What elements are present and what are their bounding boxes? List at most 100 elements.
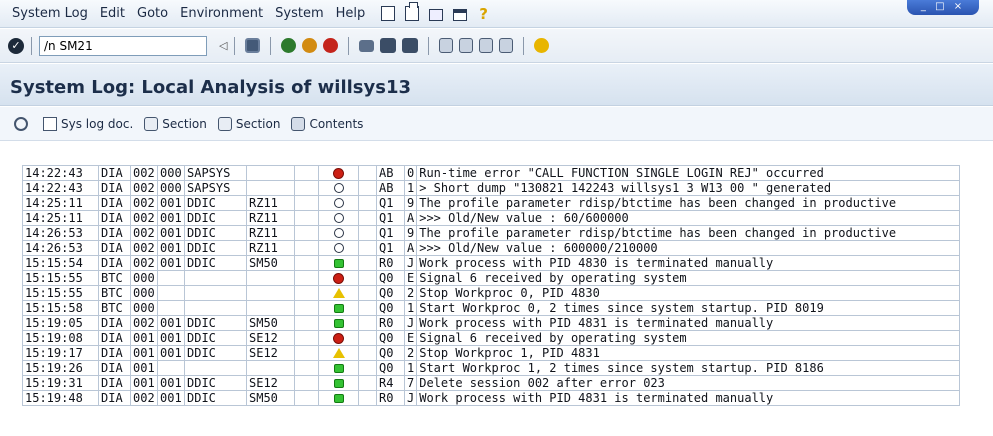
status-green-icon [333,378,344,388]
log-user: DDIC [184,315,247,331]
command-field[interactable] [39,35,207,56]
log-row[interactable]: 15:19:31 DIA 001 001 DDIC SE12 R4 7 Delete sessi… [22,375,961,391]
status-green-icon [333,318,344,328]
log-spacer [294,270,319,286]
cancel-icon[interactable] [323,38,339,53]
new-session-icon[interactable] [381,6,396,21]
log-row[interactable]: 15:19:17 DIA 001 001 DDIC SE12 Q0 2 Stop Workpro… [22,345,961,361]
status-red-icon [334,333,343,343]
sys-log-doc-button[interactable]: Sys log doc. [43,116,133,131]
log-row[interactable]: 15:19:26 DIA 001 Q0 1 Start Workproc 1, 2 tim… [22,360,961,376]
log-work-process: 001 [157,315,185,331]
log-row[interactable]: 15:19:48 DIA 002 001 DDIC SM50 R0 J Work process… [22,390,961,406]
log-row[interactable]: 15:15:55 BTC 000 Q0 E Signal 6 received by op… [22,270,961,286]
log-client: 002 [130,195,158,211]
contents-button[interactable]: Contents [291,116,363,131]
log-row[interactable]: 15:19:05 DIA 002 001 DDIC SM50 R0 J Work process… [22,315,961,331]
log-client: 002 [130,255,158,271]
log-message-number: 1 [403,300,418,316]
log-row[interactable]: 14:26:53 DIA 002 001 DDIC RZ11 Q1 A >>> Old/New … [22,240,961,256]
status-red-icon [334,273,343,283]
log-row[interactable]: 14:25:11 DIA 002 001 DDIC RZ11 Q1 A >>> Old/New … [22,210,961,226]
last-page-icon[interactable] [499,38,514,53]
next-section-button[interactable]: Section [217,116,281,131]
refresh-button[interactable] [14,116,32,131]
help-question-icon[interactable]: ? [479,5,488,23]
print-icon[interactable] [359,39,375,52]
log-tcode [246,165,295,181]
window-controls[interactable]: _ □ × [907,0,979,15]
log-row[interactable]: 15:19:08 DIA 001 001 DDIC SE12 Q0 E Signal 6 rec… [22,330,961,346]
log-tcode: RZ11 [246,195,295,211]
log-spacer [294,165,319,181]
previous-section-button[interactable]: Section [144,116,207,131]
log-spacer [358,330,377,346]
log-message-text: >>> Old/New value : 600000/210000 [416,240,961,256]
toolbar-separator [428,36,430,55]
log-message-text: Start Workproc 0, 2 times since system s… [416,300,961,316]
log-row[interactable]: 15:15:54 DIA 002 001 DDIC SM50 R0 J Work process… [22,255,961,271]
log-work-process: 001 [157,330,185,346]
log-spacer [358,180,377,196]
find-icon[interactable] [380,38,397,53]
log-message-text: Run-time error "CALL FUNCTION SINGLE LOG… [416,165,961,181]
log-work-process: 001 [157,345,185,361]
log-work-process: 001 [157,240,185,256]
first-page-icon[interactable] [439,38,454,53]
copy-session-icon[interactable] [405,2,420,21]
contents-icon [291,116,306,131]
log-row[interactable]: 15:15:58 BTC 000 Q0 1 Start Workproc 0, 2 tim… [22,300,961,316]
log-spacer [294,300,319,316]
log-spacer [294,390,319,406]
window-icon[interactable] [453,8,468,21]
command-history-icon[interactable]: ◁ [219,39,227,52]
log-tcode: RZ11 [246,210,295,226]
log-work-process [157,360,185,376]
save-icon[interactable] [245,38,261,53]
log-tcode: SM50 [246,255,295,271]
log-spacer [294,330,319,346]
help-icon[interactable] [534,38,550,53]
previous-page-icon[interactable] [459,38,474,53]
log-message-text: Start Workproc 1, 2 times since system s… [416,360,961,376]
log-row[interactable]: 14:25:11 DIA 002 001 DDIC RZ11 Q1 9 The profile … [22,195,961,211]
log-spacer [358,165,377,181]
title-bar: System Log: Local Analysis of willsys13 [0,64,993,106]
log-status [318,375,359,391]
log-spacer [294,285,319,301]
log-time: 15:15:58 [22,300,99,316]
status-empty-icon [333,213,344,223]
log-spacer [358,315,377,331]
menu-system-log[interactable]: System Log [6,6,94,21]
log-task: DIA [98,375,131,391]
log-message-id: Q0 [376,360,405,376]
log-row[interactable]: 14:22:43 DIA 002 000 SAPSYS AB 1 > Short dump "… [22,180,961,196]
log-row[interactable]: 14:22:43 DIA 002 000 SAPSYS AB 0 Run-time error… [22,165,961,181]
log-status [318,270,359,286]
log-status [318,360,359,376]
log-status [318,225,359,241]
log-row[interactable]: 15:15:55 BTC 000 Q0 2 Stop Workproc 0, PID 48… [22,285,961,301]
menu-system[interactable]: System [269,6,329,21]
log-status [318,345,359,361]
section-down-icon [217,116,232,131]
menu-help[interactable]: Help [330,6,372,21]
log-row[interactable]: 14:26:53 DIA 002 001 DDIC RZ11 Q1 9 The profile … [22,225,961,241]
document-icon [43,116,57,131]
find-next-icon[interactable] [402,38,419,53]
menu-environment[interactable]: Environment [174,6,269,21]
log-user: DDIC [184,195,247,211]
log-status [318,240,359,256]
log-work-process: 000 [157,165,185,181]
back-icon[interactable] [281,38,297,53]
menu-edit[interactable]: Edit [94,6,131,21]
menu-goto[interactable]: Goto [131,6,174,21]
next-page-icon[interactable] [479,38,494,53]
log-user: DDIC [184,330,247,346]
log-user: DDIC [184,225,247,241]
exit-icon[interactable] [302,38,318,53]
layout-icon[interactable] [429,8,444,21]
log-message-id: R0 [376,255,405,271]
next-section-label: Section [235,116,281,131]
enter-check-icon[interactable]: ✓ [8,37,24,54]
